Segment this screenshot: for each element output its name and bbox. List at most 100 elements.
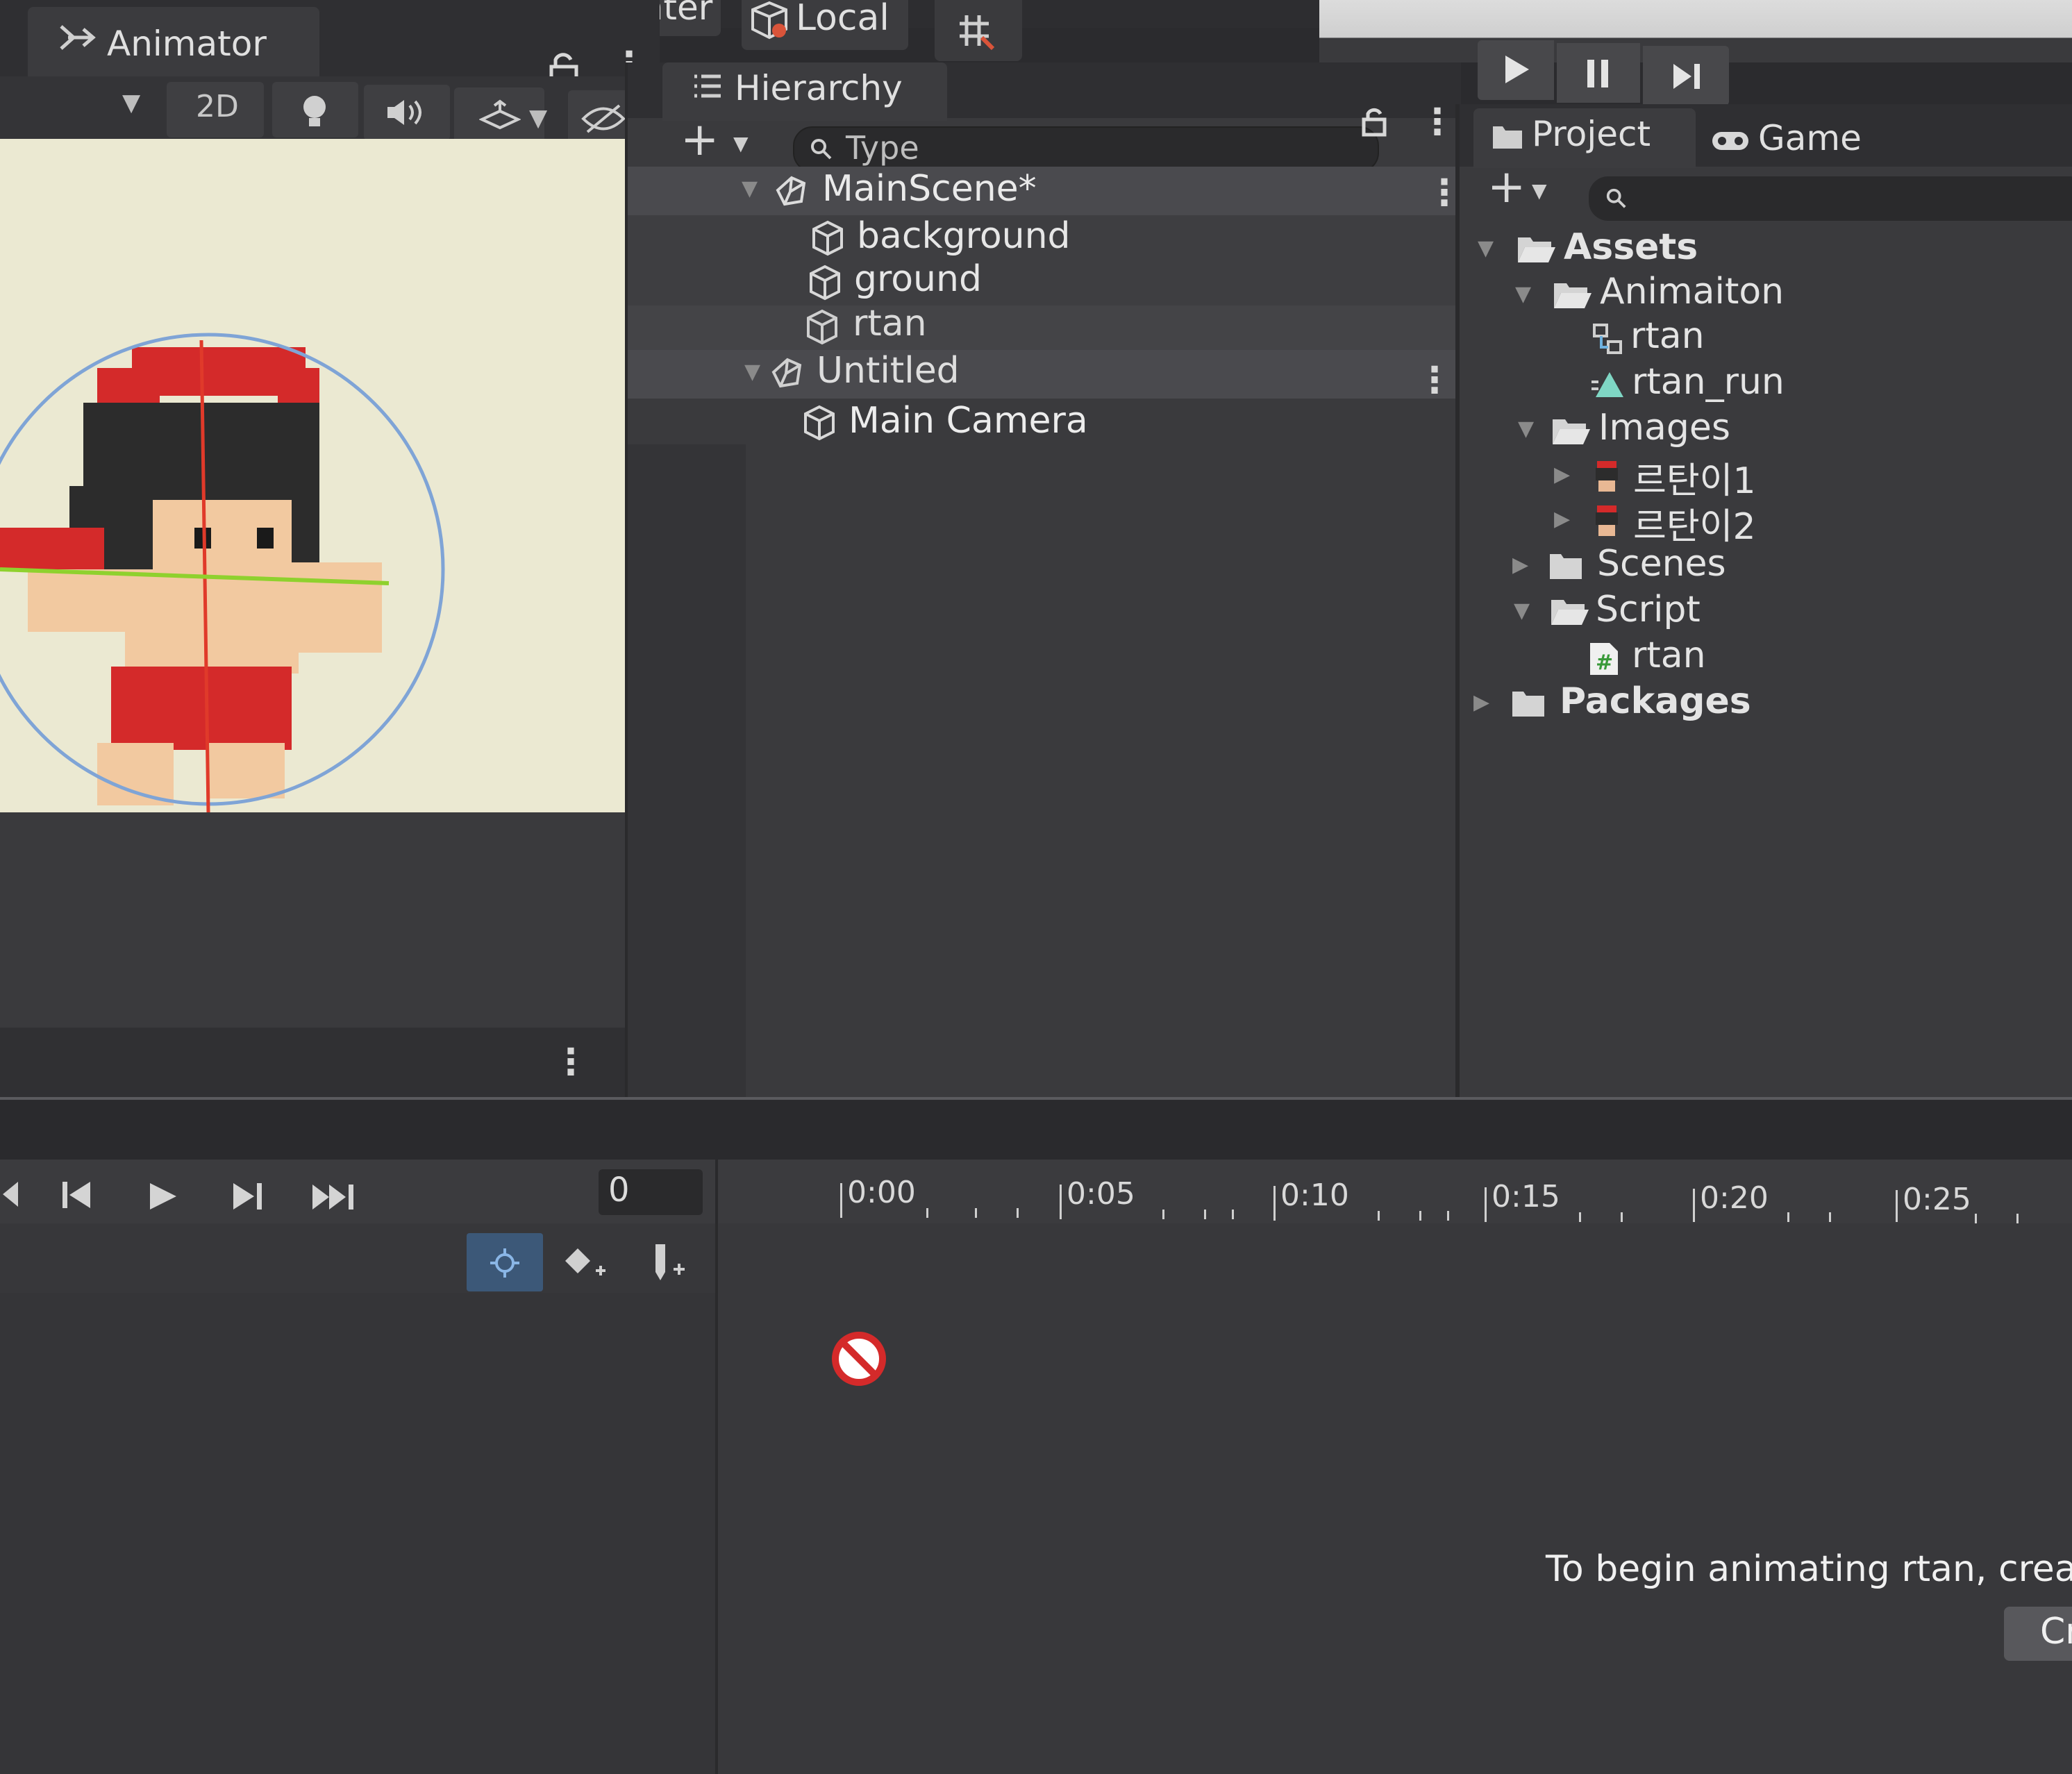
collapse-arrow-icon[interactable]: ▶ [1512, 553, 1528, 577]
timeline-tick-label: 0:20 [1700, 1180, 1769, 1216]
project-tree-assets[interactable]: ▼ Assets [1460, 226, 2072, 271]
add-keyframe-icon[interactable] [561, 1244, 610, 1283]
hierarchy-menu-icon[interactable]: ⋮ [1419, 101, 1455, 143]
expand-arrow-icon[interactable]: ▼ [1515, 282, 1531, 306]
audio-toggle[interactable] [364, 85, 450, 140]
mode-2d-toggle[interactable]: 2D [167, 82, 264, 137]
search-icon [811, 139, 832, 160]
expand-arrow-icon[interactable]: ▼ [1518, 417, 1534, 441]
timeline-tick-minor [1621, 1212, 1623, 1222]
hierarchy-row-ground[interactable]: ground [628, 258, 1461, 306]
create-animation-button[interactable]: Cr [2004, 1607, 2072, 1661]
frame-number-value: 0 [608, 1171, 630, 1210]
expand-arrow-icon[interactable]: ▼ [1478, 236, 1494, 260]
effects-dropdown-arrow[interactable]: ▼ [529, 104, 547, 132]
project-tree-animaiton[interactable]: ▼ Animaiton [1460, 271, 2072, 317]
project-tree-sprite-1[interactable]: ▶ 르탄이1 [1460, 454, 2072, 502]
hierarchy-row-untitled[interactable]: ▼ Untitled ⋮ [628, 350, 1461, 401]
project-tree-packages[interactable]: ▶ Packages [1460, 680, 2072, 725]
hierarchy-row-mainscene[interactable]: ▼ MainScene* ⋮ [628, 167, 1462, 215]
hierarchy-indent-shade [628, 444, 746, 1097]
project-tree-images[interactable]: ▼ Images [1460, 407, 2072, 450]
timeline-tick-major [1693, 1189, 1695, 1222]
hierarchy-item-label: background [857, 215, 1071, 257]
timeline-tick-minor [1419, 1211, 1421, 1221]
timeline-tick-major [840, 1183, 842, 1218]
project-search-field[interactable] [1589, 176, 2072, 221]
effects-icon [479, 99, 521, 130]
play-animation-icon[interactable] [147, 1180, 179, 1212]
project-tree-rtan-script[interactable]: # rtan [1460, 635, 2072, 679]
record-target-icon [490, 1248, 519, 1278]
animation-window: 0 0:00 0:05 0:10 0:15 0:20 0:25 To begin… [0, 1097, 2072, 1774]
frame-number-field[interactable]: 0 [599, 1169, 703, 1215]
next-frame-icon[interactable] [231, 1180, 267, 1212]
record-mode-button[interactable] [467, 1233, 543, 1291]
project-tree-sprite-2[interactable]: ▶ 르탄이2 [1460, 500, 2072, 548]
expand-arrow-icon[interactable]: ▼ [742, 176, 758, 201]
project-tree-label: Assets [1564, 226, 1698, 268]
collapse-arrow-icon[interactable]: ▶ [1473, 690, 1489, 714]
animator-tab-label: Animator [107, 24, 267, 64]
folder-icon [1512, 692, 1544, 717]
hierarchy-row-main-camera[interactable]: Main Camera [628, 399, 1461, 444]
scene-footer-menu-icon[interactable]: ⋮ [553, 1041, 589, 1083]
play-button[interactable] [1478, 40, 1554, 100]
timeline-tick-label: 0:10 [1280, 1178, 1349, 1213]
hierarchy-add-dropdown-icon[interactable]: ▼ [733, 132, 749, 155]
timeline-tick-minor [926, 1208, 928, 1218]
scene-lower-area [0, 812, 625, 1028]
pause-button[interactable] [1557, 43, 1640, 103]
last-frame-icon[interactable] [310, 1182, 358, 1212]
expand-arrow-icon[interactable]: ▼ [744, 360, 760, 384]
pause-icon [1587, 60, 1608, 87]
project-tree-label: Scenes [1597, 543, 1726, 585]
add-event-icon[interactable] [650, 1241, 694, 1286]
collapse-arrow-icon[interactable]: ▶ [1554, 462, 1570, 487]
expand-arrow-icon[interactable]: ▼ [1514, 599, 1530, 623]
mode-2d-label: 2D [196, 89, 239, 124]
hierarchy-row-background[interactable]: background [628, 215, 1461, 261]
timeline-ruler[interactable]: 0:00 0:05 0:10 0:15 0:20 0:25 [715, 1160, 2072, 1223]
collapse-arrow-icon[interactable]: ▶ [1554, 507, 1570, 531]
play-icon [1505, 56, 1529, 83]
light-bulb-icon [303, 96, 326, 126]
timeline-tick-major [1896, 1190, 1898, 1222]
gameobject-cube-icon [804, 405, 835, 441]
project-tree-label: 르탄이1 [1633, 460, 1756, 502]
hierarchy-add-icon[interactable]: + [680, 112, 719, 166]
project-tree-rtan-controller[interactable]: rtan [1460, 315, 2072, 361]
hierarchy-search-field[interactable]: Type [793, 126, 1379, 172]
open-folder-icon [1518, 237, 1555, 262]
lighting-toggle[interactable] [272, 82, 358, 137]
scene-canvas[interactable] [0, 139, 625, 812]
scene-dropdown-arrow[interactable]: ▼ [122, 89, 140, 117]
dopesheet-area[interactable] [715, 1223, 2072, 1774]
step-button[interactable] [1643, 46, 1729, 106]
project-tree-label: Script [1596, 589, 1701, 630]
hierarchy-lock-icon[interactable] [1361, 106, 1389, 137]
project-tree-label: rtan [1632, 635, 1706, 676]
project-add-icon[interactable]: + [1487, 160, 1526, 213]
previous-key-icon[interactable] [0, 1179, 21, 1210]
first-frame-icon[interactable] [60, 1179, 94, 1211]
hidden-eye-icon [581, 104, 626, 133]
project-tree-rtan-run[interactable]: rtan_run [1460, 361, 2072, 407]
timeline-tick-minor [1162, 1210, 1164, 1219]
project-tree-script[interactable]: ▼ Script [1460, 589, 2072, 633]
project-add-dropdown-icon[interactable]: ▼ [1532, 179, 1547, 202]
game-tab[interactable]: Game [1700, 114, 1922, 169]
search-icon [1606, 188, 1626, 208]
timeline-tick-label: 0:05 [1067, 1176, 1135, 1212]
project-tree-scenes[interactable]: ▶ Scenes [1460, 543, 2072, 587]
scene-menu-icon[interactable]: ⋮ [1417, 360, 1453, 401]
timeline-tick-minor [1017, 1208, 1019, 1218]
hierarchy-item-label: rtan [853, 303, 927, 344]
gameobject-cube-icon [810, 265, 840, 301]
hierarchy-row-rtan[interactable]: rtan [628, 303, 1461, 350]
local-global-button[interactable]: Local [742, 0, 908, 50]
unity-scene-icon [776, 176, 806, 206]
grid-snap-button[interactable] [935, 0, 1022, 61]
timeline-tick-minor [1378, 1211, 1380, 1221]
animator-tab[interactable]: Animator [28, 7, 319, 76]
